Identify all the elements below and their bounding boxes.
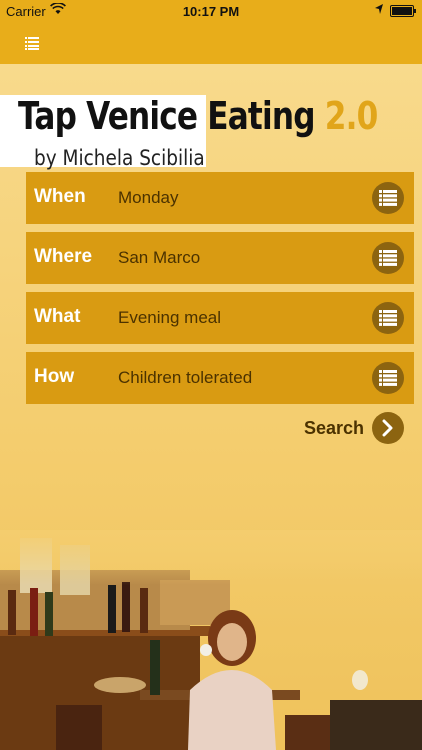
filter-row-how[interactable]: How Children tolerated — [26, 352, 414, 404]
location-arrow-icon — [374, 3, 384, 18]
where-options-button[interactable] — [372, 242, 404, 274]
filter-value: Monday — [118, 188, 179, 207]
filter-label: When — [34, 186, 86, 207]
author-byline: by Michela Scibilia — [34, 146, 205, 170]
filter-row-what[interactable]: What Evening meal — [26, 292, 414, 344]
app-title: Tap Venice Eating 2.0 — [18, 94, 378, 138]
list-icon — [379, 310, 397, 326]
how-options-button[interactable] — [372, 362, 404, 394]
restaurant-photo — [0, 530, 422, 750]
battery-icon — [390, 5, 416, 17]
list-icon — [379, 190, 397, 206]
what-options-button[interactable] — [372, 302, 404, 334]
app-version: 2.0 — [324, 94, 379, 138]
status-bar: Carrier 10:17 PM — [0, 0, 422, 22]
list-icon — [379, 250, 397, 266]
menu-button[interactable] — [25, 36, 39, 50]
search-button[interactable] — [372, 412, 404, 444]
list-icon — [25, 37, 39, 50]
list-icon — [379, 370, 397, 386]
when-options-button[interactable] — [372, 182, 404, 214]
app-title-text: Tap Venice Eating — [18, 94, 316, 138]
filter-row-where[interactable]: Where San Marco — [26, 232, 414, 284]
chevron-right-icon — [382, 419, 393, 437]
search-label[interactable]: Search — [304, 418, 364, 439]
filter-label: How — [34, 366, 75, 387]
filter-label: Where — [34, 246, 93, 267]
filter-row-when[interactable]: When Monday — [26, 172, 414, 224]
filter-value: San Marco — [118, 248, 201, 267]
status-time: 10:17 PM — [182, 4, 240, 19]
filter-value: Children tolerated — [118, 368, 253, 387]
filter-value: Evening meal — [118, 308, 222, 327]
nav-bar — [0, 22, 422, 64]
filter-label: What — [34, 306, 81, 327]
